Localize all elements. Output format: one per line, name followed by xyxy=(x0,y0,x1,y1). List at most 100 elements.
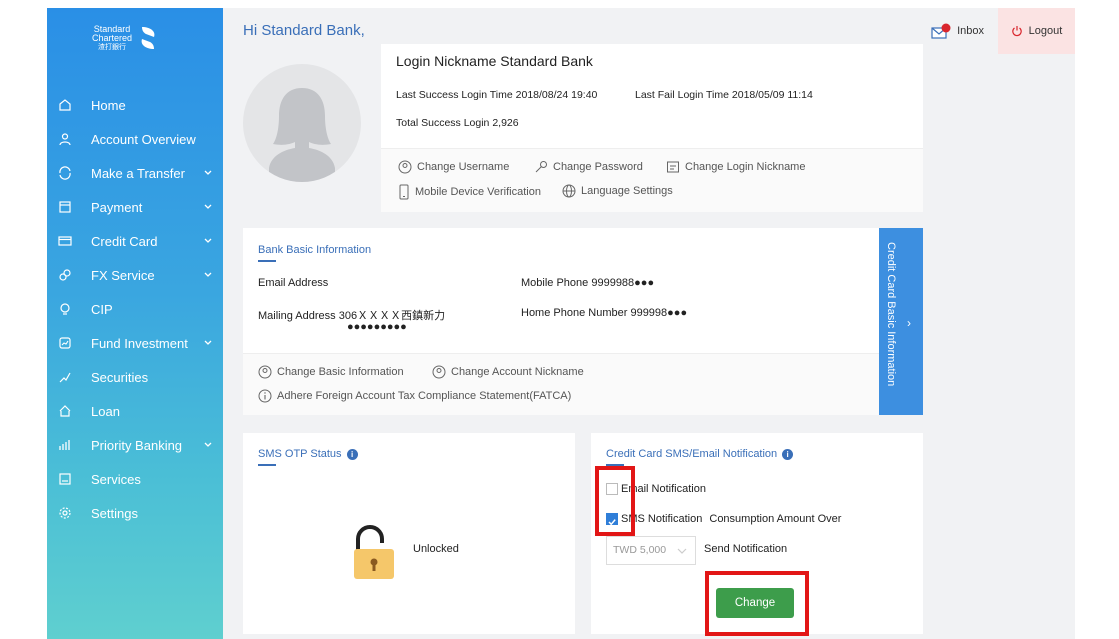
amount-selected-value: TWD 5,000 xyxy=(613,544,667,556)
otp-status: Unlocked xyxy=(413,543,459,555)
payment-icon xyxy=(57,199,73,215)
logout-button[interactable]: Logout xyxy=(998,8,1075,54)
chevron-right-icon: › xyxy=(907,316,911,330)
sidebar-item-account-overview[interactable]: Account Overview xyxy=(47,122,223,156)
sidebar-item-credit-card[interactable]: Credit Card xyxy=(47,224,223,258)
mobile-device-verification-link[interactable]: Mobile Device Verification xyxy=(398,184,541,200)
sidebar: Standard Chartered 渣打銀行 Home Account Ove… xyxy=(47,8,223,639)
total-label: Total Success Login xyxy=(396,117,490,129)
language-settings-link[interactable]: Language Settings xyxy=(562,184,673,198)
power-icon xyxy=(1011,26,1022,37)
highlight-box-change-button xyxy=(705,571,809,636)
person-icon xyxy=(57,131,73,147)
avatar xyxy=(243,64,361,182)
gear-icon xyxy=(57,505,73,521)
total-value: 2,926 xyxy=(492,117,519,129)
sidebar-item-securities[interactable]: Securities xyxy=(47,360,223,394)
mobile-value: 9999988●●● xyxy=(591,277,655,289)
change-account-nickname-link[interactable]: Change Account Nickname xyxy=(432,365,584,379)
sidebar-item-label: Priority Banking xyxy=(91,437,183,453)
mobile-label: Mobile Phone xyxy=(521,277,589,289)
change-basic-label: Change Basic Information xyxy=(277,366,404,378)
unlocked-padlock-icon xyxy=(354,525,394,579)
sidebar-item-fx-service[interactable]: FX Service xyxy=(47,258,223,292)
change-basic-information-link[interactable]: Change Basic Information xyxy=(258,365,404,379)
login-nickname: Login Nickname Standard Bank xyxy=(396,53,593,69)
cc-notification-title: Credit Card SMS/Email Notification i xyxy=(606,448,794,460)
email-label: Email Address xyxy=(258,277,329,289)
logout-label: Logout xyxy=(1028,25,1063,37)
last-success-login: Last Success Login Time 2018/08/24 19:40 xyxy=(396,89,597,101)
sidebar-nav: Home Account Overview Make a Transfer Pa… xyxy=(47,88,223,530)
key-icon xyxy=(535,161,547,173)
sidebar-item-label: Settings xyxy=(91,505,138,521)
mobile-phone: Mobile Phone 9999988●●● xyxy=(521,277,654,289)
sidebar-item-label: FX Service xyxy=(91,267,155,283)
send-notification-label: Send Notification xyxy=(704,543,788,555)
highlight-box-checkboxes xyxy=(595,466,635,536)
cc-notification-title-text: Credit Card SMS/Email Notification xyxy=(606,448,778,460)
mailing-label: Mailing Address xyxy=(258,310,336,322)
sms-otp-title-text: SMS OTP Status xyxy=(258,448,342,460)
basic-info-actions xyxy=(243,353,879,415)
sidebar-item-label: CIP xyxy=(91,301,113,317)
home-phone: Home Phone Number 999998●●● xyxy=(521,307,687,319)
sidebar-item-cip[interactable]: CIP xyxy=(47,292,223,326)
home-phone-value: 999998●●● xyxy=(630,307,688,319)
chevron-down-icon xyxy=(204,272,212,277)
credit-card-basic-info-tab[interactable]: Credit Card Basic Information › xyxy=(879,228,923,415)
sidebar-item-label: Home xyxy=(91,97,126,113)
transfer-icon xyxy=(57,165,73,181)
sidebar-item-home[interactable]: Home xyxy=(47,88,223,122)
fatca-link[interactable]: Adhere Foreign Account Tax Compliance St… xyxy=(258,389,571,403)
sidebar-item-payment[interactable]: Payment xyxy=(47,190,223,224)
change-username-link[interactable]: Change Username xyxy=(398,160,509,174)
last-success-value: 2018/08/24 19:40 xyxy=(515,89,598,101)
chevron-down-icon xyxy=(204,170,212,175)
sidebar-item-make-a-transfer[interactable]: Make a Transfer xyxy=(47,156,223,190)
change-account-nickname-label: Change Account Nickname xyxy=(451,366,584,378)
brand-logo[interactable]: Standard Chartered 渣打銀行 xyxy=(92,18,182,58)
amount-select[interactable]: TWD 5,000 xyxy=(606,536,696,565)
brand-line-3: 渣打銀行 xyxy=(98,43,127,51)
sidebar-item-label: Credit Card xyxy=(91,233,158,249)
last-fail-login: Last Fail Login Time 2018/05/09 11:14 xyxy=(635,89,813,101)
chevron-down-icon xyxy=(204,340,212,345)
fx-icon xyxy=(57,267,73,283)
sidebar-item-label: Account Overview xyxy=(91,131,196,147)
chevron-down-icon xyxy=(204,204,212,209)
title-underline xyxy=(258,260,276,262)
email-address: Email Address xyxy=(258,277,328,289)
sidebar-item-services[interactable]: Services xyxy=(47,462,223,496)
sidebar-item-label: Fund Investment xyxy=(91,335,188,351)
sidebar-item-fund-investment[interactable]: Fund Investment xyxy=(47,326,223,360)
chevron-down-icon xyxy=(677,548,687,554)
sidebar-item-label: Payment xyxy=(91,199,143,215)
change-login-nickname-link[interactable]: Change Login Nickname xyxy=(666,160,805,174)
language-settings-label: Language Settings xyxy=(581,185,673,197)
fatca-label: Adhere Foreign Account Tax Compliance St… xyxy=(277,390,572,402)
info-icon[interactable]: i xyxy=(782,448,794,460)
side-tab-label: Credit Card Basic Information xyxy=(885,242,897,387)
last-success-label: Last Success Login Time xyxy=(396,89,513,101)
loan-icon xyxy=(57,403,73,419)
sms-otp-card xyxy=(243,433,575,634)
change-login-nickname-label: Change Login Nickname xyxy=(685,161,806,173)
globe-icon xyxy=(562,184,576,198)
change-password-link[interactable]: Change Password xyxy=(534,160,643,174)
sidebar-item-settings[interactable]: Settings xyxy=(47,496,223,530)
sidebar-item-priority-banking[interactable]: Priority Banking xyxy=(47,428,223,462)
sidebar-item-loan[interactable]: Loan xyxy=(47,394,223,428)
phone-icon xyxy=(399,184,409,200)
info-icon[interactable]: i xyxy=(346,448,358,460)
inbox-button[interactable]: Inbox xyxy=(931,23,984,39)
mobile-verification-label: Mobile Device Verification xyxy=(415,186,541,198)
last-fail-value: 2018/05/09 11:14 xyxy=(731,89,813,101)
brand-mark-icon xyxy=(141,27,155,49)
services-icon xyxy=(57,471,73,487)
user-silhouette-icon xyxy=(269,88,335,182)
nickname-value: Standard Bank xyxy=(500,53,593,69)
greeting: Hi Standard Bank, xyxy=(243,22,365,39)
user-circle-icon xyxy=(432,365,446,379)
inbox-icon xyxy=(931,23,951,39)
